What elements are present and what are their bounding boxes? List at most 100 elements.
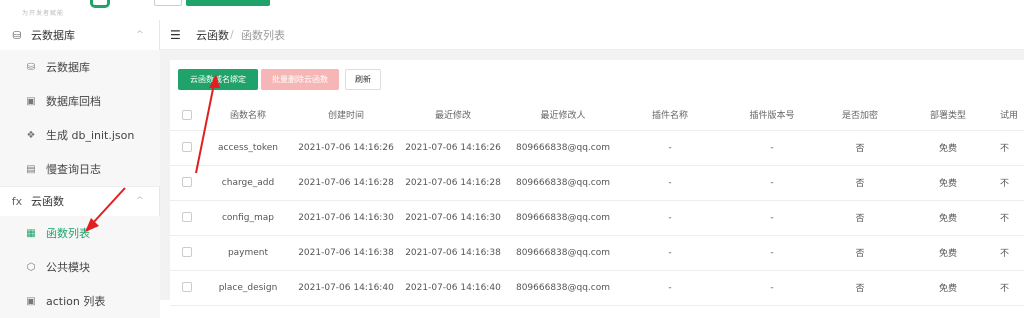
column-header: 最近修改人 (506, 100, 620, 131)
top-button-outline[interactable] (154, 0, 182, 6)
column-header: 创建时间 (292, 100, 400, 131)
top-strip: 为开发者赋能 (0, 0, 1024, 20)
table-row[interactable]: config_map 2021-07-06 14:16:30 2021-07-06 … (170, 200, 1024, 236)
column-header: 试用 (1000, 100, 1024, 131)
rollback-icon: ▣ (26, 95, 36, 107)
column-header: 函数名称 (204, 100, 292, 131)
table-cell: 2021-07-06 14:16:26 (292, 130, 400, 166)
function-list-card: 云函数域名绑定 批量删除云函数 刷新 函数名称 创建时间 最近修改 最近修改人 … (170, 60, 1024, 310)
chevron-up-icon: ^ (136, 196, 144, 206)
table-cell: - (720, 165, 824, 201)
table-cell: 809666838@qq.com (506, 200, 620, 236)
table-cell: 2021-07-06 14:16:38 (400, 235, 506, 271)
table-cell: 2021-07-06 14:16:26 (400, 130, 506, 166)
sidebar-item-label: 函数列表 (46, 227, 90, 240)
breadcrumb-current: 函数列表 (241, 28, 285, 42)
table-cell: - (720, 130, 824, 166)
sidebar-item-function-list[interactable]: ▦ 函数列表 (0, 216, 160, 250)
sidebar-item-rollback[interactable]: ▣ 数据库回档 (0, 84, 160, 118)
main-content: 云函数域名绑定 批量删除云函数 刷新 函数名称 创建时间 最近修改 最近修改人 … (160, 50, 1024, 310)
generate-icon: ❖ (26, 129, 36, 141)
row-checkbox[interactable] (170, 200, 204, 236)
breadcrumb-parent[interactable]: 云函数 (196, 27, 229, 43)
column-header: 部署类型 (896, 100, 1000, 131)
database-icon: ⛁ (26, 61, 36, 73)
table-cell: 免费 (896, 130, 1000, 166)
refresh-button[interactable]: 刷新 (345, 69, 381, 90)
logo-subtext: 为开发者赋能 (22, 10, 65, 17)
table-cell: 否 (824, 130, 896, 166)
sidebar-item-action-list[interactable]: ▣ action 列表 (0, 284, 160, 318)
table-cell: 不 (1000, 130, 1024, 166)
action-icon: ▣ (26, 295, 36, 307)
table-cell: - (720, 200, 824, 236)
sidebar-group-label: 云函数 (31, 195, 64, 208)
table-cell: - (620, 165, 720, 201)
sidebar-item-common-modules[interactable]: ⬡ 公共模块 (0, 250, 160, 284)
row-checkbox[interactable] (170, 235, 204, 271)
table-cell: 免费 (896, 200, 1000, 236)
page-header: ☰ 云函数 / 函数列表 (160, 20, 1024, 50)
table-cell: 免费 (896, 165, 1000, 201)
table-cell: 免费 (896, 235, 1000, 271)
sidebar-item-generate-db-init[interactable]: ❖ 生成 db_init.json (0, 118, 160, 152)
table-cell: access_token (204, 130, 292, 166)
top-button-primary[interactable] (186, 0, 270, 6)
table-cell: payment (204, 235, 292, 271)
table-cell: 不 (1000, 235, 1024, 271)
breadcrumb-separator: / (230, 28, 234, 41)
logo-icon (90, 0, 110, 8)
sidebar-item-label: 云数据库 (46, 61, 90, 74)
table-cell: 809666838@qq.com (506, 130, 620, 166)
column-header: 最近修改 (400, 100, 506, 131)
table-cell: charge_add (204, 165, 292, 201)
table-cell: 2021-07-06 14:16:28 (292, 165, 400, 201)
table-cell: 不 (1000, 200, 1024, 236)
table-cell: - (620, 235, 720, 271)
column-header: 是否加密 (824, 100, 896, 131)
table-cell: 809666838@qq.com (506, 235, 620, 271)
select-all-checkbox[interactable] (170, 100, 204, 131)
bind-domain-button[interactable]: 云函数域名绑定 (178, 69, 258, 90)
column-header: 插件名称 (620, 100, 720, 131)
table-cell: config_map (204, 200, 292, 236)
table-cell: - (620, 130, 720, 166)
table-cell: 809666838@qq.com (506, 165, 620, 201)
function-list-icon: ▦ (26, 227, 36, 239)
sidebar-group-label: 云数据库 (31, 29, 75, 42)
row-checkbox[interactable] (170, 130, 204, 166)
table-cell: - (620, 200, 720, 236)
table-header-row: 函数名称 创建时间 最近修改 最近修改人 插件名称 插件版本号 是否加密 部署类… (170, 100, 1024, 131)
table-cell: 2021-07-06 14:16:38 (292, 235, 400, 271)
table-row[interactable]: charge_add 2021-07-06 14:16:28 2021-07-06 … (170, 165, 1024, 201)
table-cell: 否 (824, 165, 896, 201)
table-cell: 不 (1000, 165, 1024, 201)
sidebar-item-label: 生成 db_init.json (46, 129, 135, 142)
table-cell: 2021-07-06 14:16:28 (400, 165, 506, 201)
table-cell: 否 (824, 200, 896, 236)
row-checkbox[interactable] (170, 165, 204, 201)
table-cell: 否 (824, 235, 896, 271)
sidebar-item-slow-query-log[interactable]: ▤ 慢查询日志 (0, 152, 160, 186)
table-cell: 2021-07-06 14:16:30 (292, 200, 400, 236)
sidebar: ⛁ 云数据库 ^ ⛁ 云数据库 ▣ 数据库回档 ❖ 生成 db_init.jso… (0, 20, 160, 318)
chevron-up-icon: ^ (136, 30, 144, 40)
database-icon: ⛁ (12, 28, 22, 42)
table-cell: 2021-07-06 14:16:30 (400, 200, 506, 236)
table-row[interactable]: access_token 2021-07-06 14:16:26 2021-07-0… (170, 130, 1024, 166)
sidebar-item-label: 数据库回档 (46, 95, 101, 108)
sidebar-group-database[interactable]: ⛁ 云数据库 ^ (0, 20, 160, 50)
sidebar-item-label: action 列表 (46, 295, 106, 308)
column-header: 插件版本号 (720, 100, 824, 131)
sidebar-group-cloud-functions[interactable]: fx 云函数 ^ (0, 186, 160, 216)
sidebar-item-label: 公共模块 (46, 261, 90, 274)
batch-delete-button[interactable]: 批量删除云函数 (261, 69, 339, 90)
menu-toggle-icon[interactable]: ☰ (170, 28, 181, 42)
function-table: 函数名称 创建时间 最近修改 最近修改人 插件名称 插件版本号 是否加密 部署类… (170, 100, 1024, 306)
sidebar-item-database[interactable]: ⛁ 云数据库 (0, 50, 160, 84)
log-icon: ▤ (26, 163, 36, 175)
table-row[interactable]: payment 2021-07-06 14:16:38 2021-07-06 14:… (170, 235, 1024, 271)
table-cell: - (720, 235, 824, 271)
function-icon: fx (11, 194, 23, 208)
sidebar-item-label: 慢查询日志 (46, 163, 101, 176)
